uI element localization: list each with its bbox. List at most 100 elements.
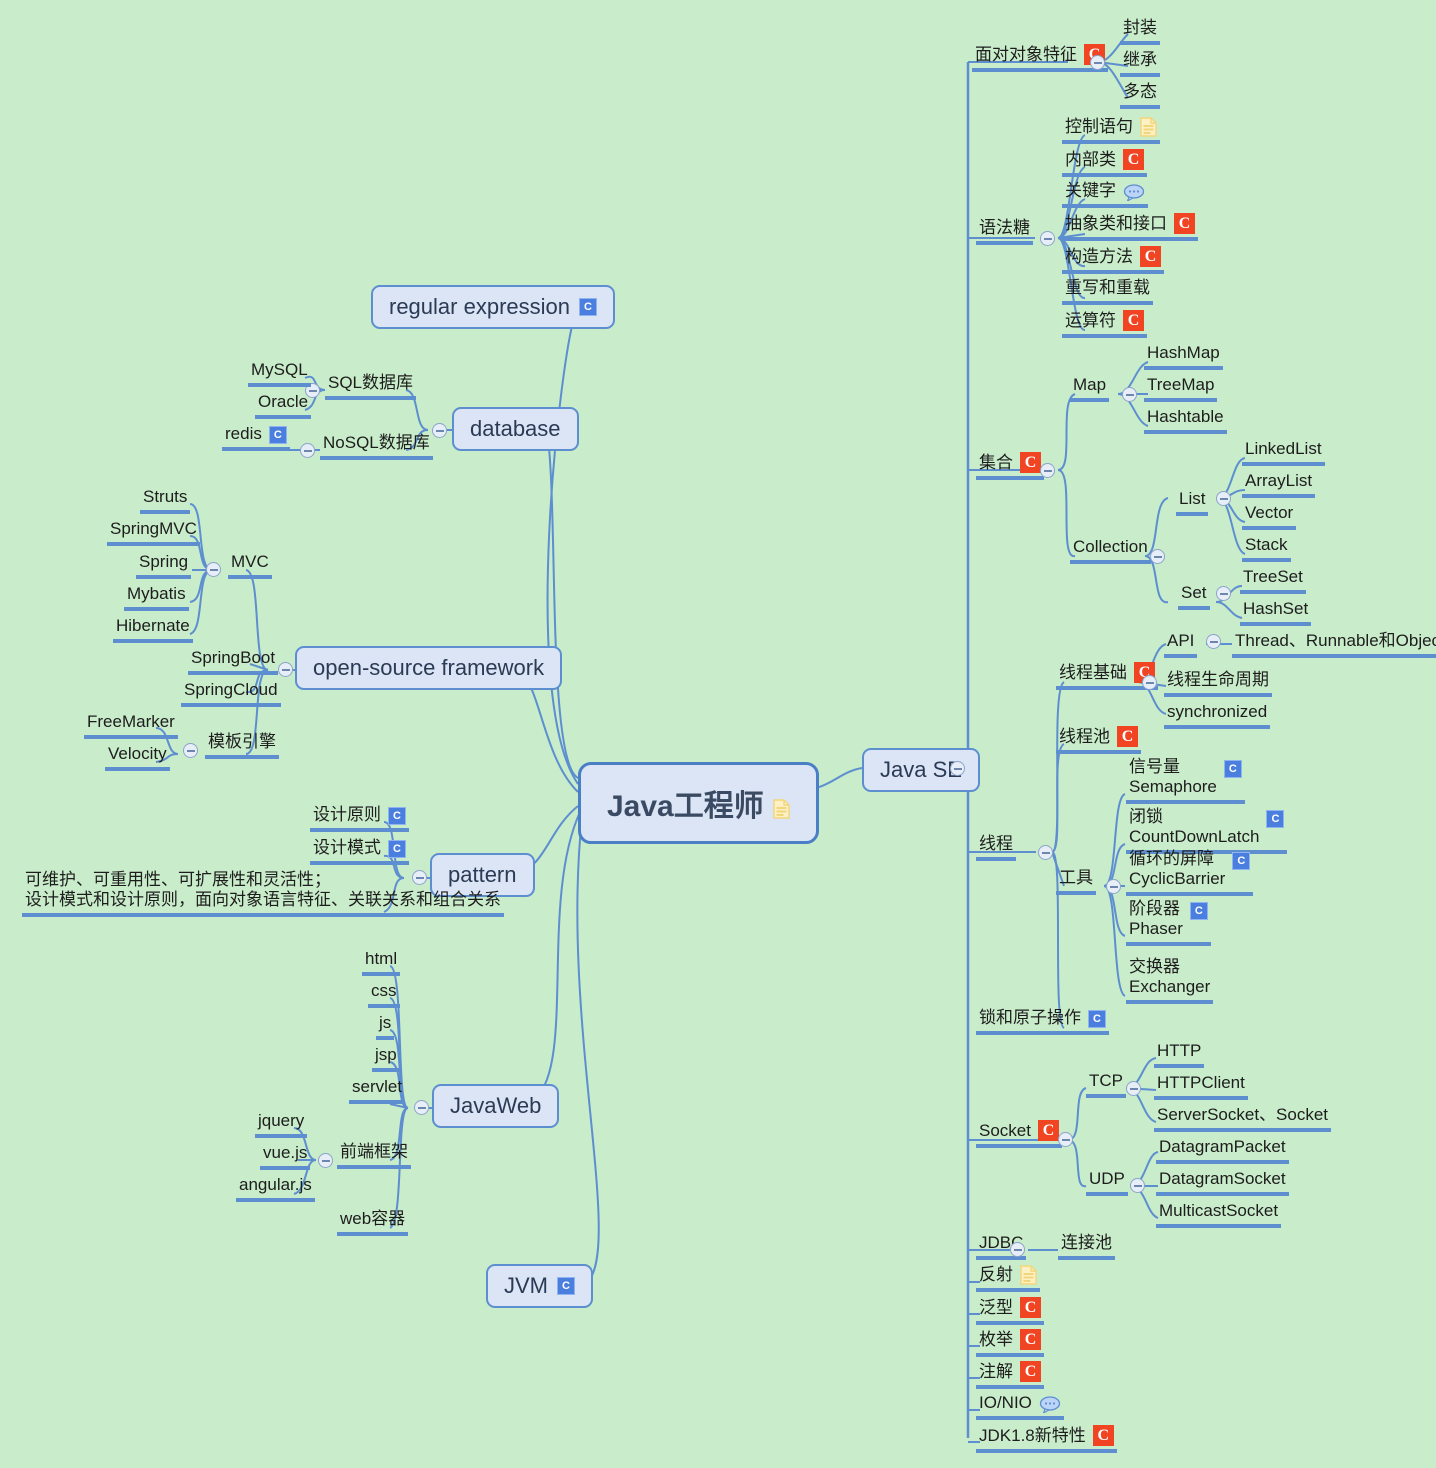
node-vector[interactable]: Vector [1242,503,1297,530]
node-inheritance[interactable]: 继承 [1120,50,1160,77]
branch-open-source-framework[interactable]: open-source framework [295,646,563,690]
node-socket[interactable]: Socket C [976,1120,1062,1148]
node-thread-lifecycle[interactable]: 线程生命周期 [1164,670,1272,697]
toggle-thread-basics[interactable] [1142,675,1157,690]
node-connection-pool[interactable]: 连接池 [1058,1233,1115,1260]
node-hashmap[interactable]: HashMap [1144,343,1223,370]
toggle-frontend-framework[interactable] [318,1153,333,1168]
toggle-threads[interactable] [1038,845,1053,860]
toggle-template-engine[interactable] [183,743,198,758]
node-stack[interactable]: Stack [1242,535,1291,562]
toggle-set[interactable] [1216,586,1231,601]
node-control-statement[interactable]: 控制语句 [1062,117,1160,144]
node-set[interactable]: Set [1178,583,1210,610]
node-datagrampacket[interactable]: DatagramPacket [1156,1137,1289,1164]
node-semaphore[interactable]: 信号量 Semaphore C [1126,757,1245,805]
root-node[interactable]: Java工程师 [578,762,819,844]
node-treemap[interactable]: TreeMap [1144,375,1218,402]
node-redis[interactable]: redis C [222,424,290,451]
node-pattern-description[interactable]: 可维护、可重用性、可扩展性和灵活性； 设计模式和设计原则，面向对象语言特征、关联… [22,870,504,918]
node-collections[interactable]: 集合 C [976,452,1044,480]
node-hashtable[interactable]: Hashtable [1144,407,1227,434]
node-multicastsocket[interactable]: MulticastSocket [1156,1201,1282,1228]
node-oracle[interactable]: Oracle [255,392,312,419]
node-locks-atomic[interactable]: 锁和原子操作 C [976,1008,1109,1035]
node-linkedlist[interactable]: LinkedList [1242,439,1325,466]
toggle-thread-tools[interactable] [1106,879,1121,894]
branch-javaweb[interactable]: JavaWeb [432,1084,560,1128]
node-mysql[interactable]: MySQL [248,360,311,387]
node-operator[interactable]: 运算符 C [1062,310,1147,338]
node-thread-tools[interactable]: 工具 [1056,868,1096,895]
node-encapsulation[interactable]: 封装 [1120,18,1160,45]
node-syntax-sugar[interactable]: 语法糖 [976,218,1033,245]
node-io-nio[interactable]: IO/NIO [976,1393,1064,1420]
node-springboot[interactable]: SpringBoot [188,648,279,675]
node-frontend-framework[interactable]: 前端框架 [337,1142,411,1169]
node-design-patterns[interactable]: 设计模式 C [310,838,409,865]
node-web-container[interactable]: web容器 [337,1209,409,1236]
node-jsp[interactable]: jsp [372,1045,400,1072]
node-serversocket-socket[interactable]: ServerSocket、Socket [1154,1105,1332,1132]
toggle-framework[interactable] [278,662,293,677]
node-jquery[interactable]: jquery [255,1111,308,1138]
node-exchanger[interactable]: 交换器 Exchanger [1126,957,1214,1005]
node-oop[interactable]: 面对对象特征 C [972,44,1108,72]
toggle-list[interactable] [1216,491,1231,506]
node-httpclient[interactable]: HTTPClient [1154,1073,1248,1100]
node-mybatis[interactable]: Mybatis [124,584,189,611]
node-html[interactable]: html [362,949,401,976]
toggle-collection[interactable] [1150,549,1165,564]
toggle-mvc[interactable] [206,562,221,577]
node-velocity[interactable]: Velocity [105,744,170,771]
node-js[interactable]: js [376,1013,395,1040]
node-mvc[interactable]: MVC [228,552,272,579]
node-template-engine[interactable]: 模板引擎 [205,732,279,759]
node-css[interactable]: css [368,981,400,1008]
toggle-tcp[interactable] [1126,1081,1141,1096]
node-hashset[interactable]: HashSet [1240,599,1312,626]
node-sql-database[interactable]: SQL数据库 [325,373,417,400]
node-phaser[interactable]: 阶段器 Phaser C [1126,899,1211,947]
node-struts[interactable]: Struts [140,487,191,514]
node-http[interactable]: HTTP [1154,1041,1205,1068]
node-nosql-database[interactable]: NoSQL数据库 [320,433,433,460]
branch-database[interactable]: database [452,407,579,451]
node-vuejs[interactable]: vue.js [260,1143,311,1170]
node-constructor[interactable]: 构造方法 C [1062,246,1164,274]
toggle-udp[interactable] [1130,1178,1145,1193]
toggle-nosql-database[interactable] [300,443,315,458]
node-design-principles[interactable]: 设计原则 C [310,805,409,832]
node-synchronized[interactable]: synchronized [1164,702,1271,729]
node-thread-pool[interactable]: 线程池 C [1056,726,1141,754]
node-reflection[interactable]: 反射 [976,1265,1040,1292]
toggle-syntax-sugar[interactable] [1040,231,1055,246]
node-abstract-class-interface[interactable]: 抽象类和接口 C [1062,213,1198,241]
node-keyword[interactable]: 关键字 [1062,181,1148,208]
node-enum[interactable]: 枚举 C [976,1329,1044,1357]
node-collection[interactable]: Collection [1070,537,1151,564]
node-freemarker[interactable]: FreeMarker [84,712,178,739]
node-generics[interactable]: 泛型 C [976,1297,1044,1325]
node-hibernate[interactable]: Hibernate [113,616,193,643]
node-polymorphism[interactable]: 多态 [1120,82,1160,109]
node-treeset[interactable]: TreeSet [1240,567,1306,594]
node-threads[interactable]: 线程 [976,834,1016,861]
node-annotation[interactable]: 注解 C [976,1361,1044,1389]
toggle-collections[interactable] [1040,463,1055,478]
toggle-oop[interactable] [1090,55,1105,70]
node-spring[interactable]: Spring [136,552,192,579]
node-angularjs[interactable]: angular.js [236,1175,315,1202]
node-list[interactable]: List [1176,489,1209,516]
node-datagramsocket[interactable]: DatagramSocket [1156,1169,1289,1196]
node-udp[interactable]: UDP [1086,1169,1128,1196]
toggle-database[interactable] [432,423,447,438]
toggle-jdbc[interactable] [1010,1242,1025,1257]
toggle-map[interactable] [1122,387,1137,402]
node-jdk18-features[interactable]: JDK1.8新特性 C [976,1425,1117,1453]
node-inner-class[interactable]: 内部类 C [1062,149,1147,177]
node-servlet[interactable]: servlet [349,1077,406,1104]
branch-jvm[interactable]: JVM C [486,1264,593,1308]
node-springmvc[interactable]: SpringMVC [107,519,200,546]
node-springcloud[interactable]: SpringCloud [181,680,281,707]
